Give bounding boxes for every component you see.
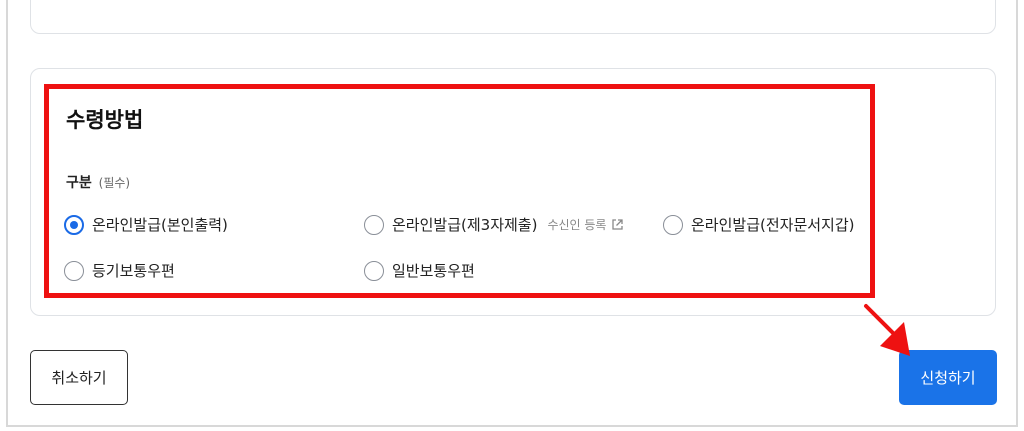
radio-label: 온라인발급(제3자제출) <box>392 216 538 234</box>
radio-label: 등기보통우편 <box>92 262 175 280</box>
field-label-text: 구분 <box>66 175 92 191</box>
radio-online-self-print[interactable]: 온라인발급(본인출력) <box>64 214 228 235</box>
radio-unchecked-icon[interactable] <box>364 214 384 235</box>
radio-regular-mail[interactable]: 일반보통우편 <box>364 260 475 281</box>
radio-label: 일반보통우편 <box>392 262 475 280</box>
external-link-icon <box>612 219 624 230</box>
required-tag: (필수) <box>98 176 131 190</box>
cancel-button[interactable]: 취소하기 <box>30 350 128 405</box>
previous-section-card <box>30 0 996 34</box>
radio-unchecked-icon[interactable] <box>663 214 683 235</box>
radio-online-third-party[interactable]: 온라인발급(제3자제출) 수신인 등록 <box>364 214 624 235</box>
section-title: 수령방법 <box>66 108 144 132</box>
field-label: 구분 (필수) <box>66 172 130 192</box>
register-recipient-link[interactable]: 수신인 등록 <box>547 216 624 233</box>
radio-label: 온라인발급(전자문서지갑) <box>691 216 855 234</box>
red-arrow-icon <box>864 304 910 356</box>
radio-unchecked-icon[interactable] <box>64 260 84 281</box>
radio-online-e-wallet[interactable]: 온라인발급(전자문서지갑) <box>663 214 855 235</box>
radio-checked-icon[interactable] <box>64 214 84 235</box>
register-recipient-label: 수신인 등록 <box>547 218 607 232</box>
radio-unchecked-icon[interactable] <box>364 260 384 281</box>
radio-registered-mail[interactable]: 등기보통우편 <box>64 260 175 281</box>
radio-label: 온라인발급(본인출력) <box>92 216 228 234</box>
